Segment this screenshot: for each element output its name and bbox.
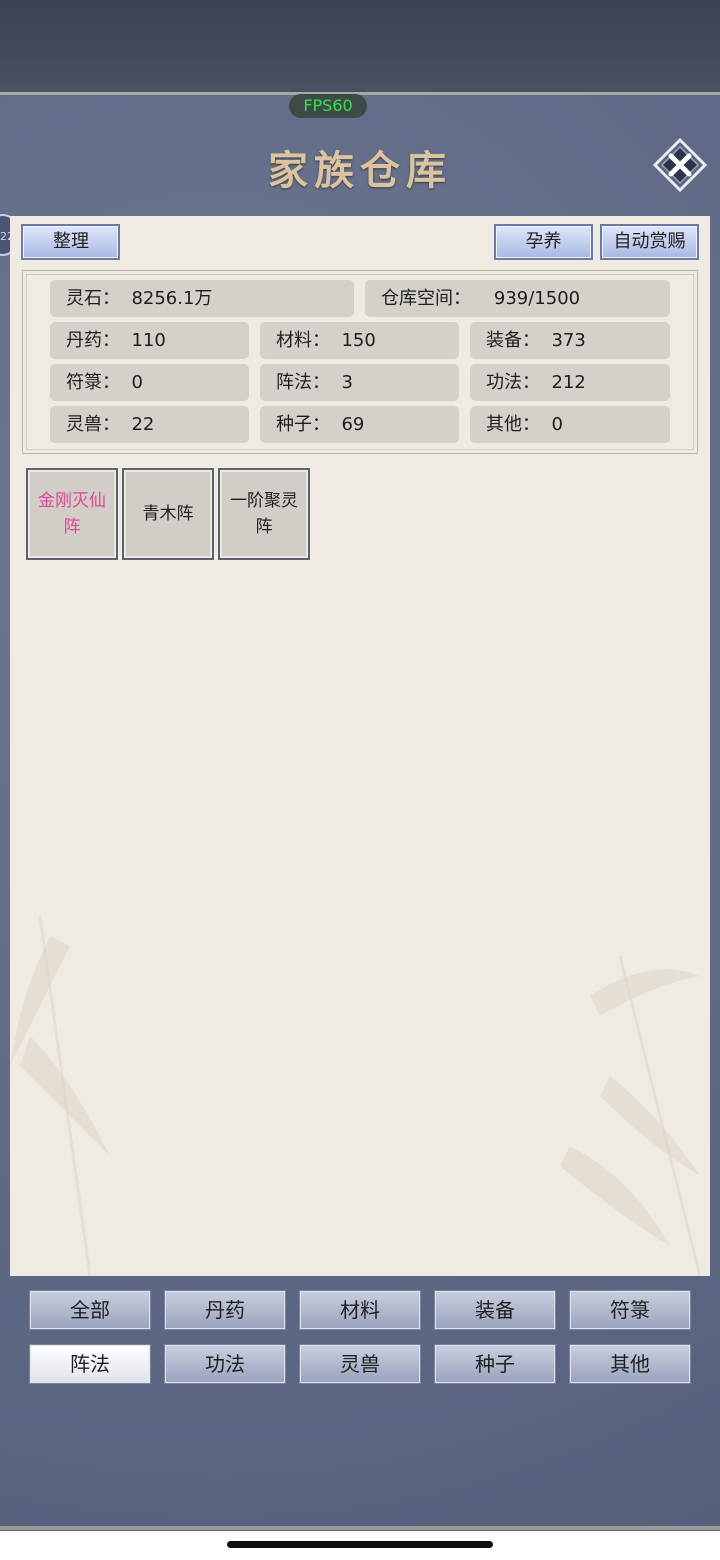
- equipment-stat: 装备： 373: [470, 322, 670, 359]
- materials-stat: 材料： 150: [260, 322, 459, 359]
- auto-reward-button[interactable]: 自动赏赐: [600, 224, 699, 260]
- bamboo-decoration: [10, 916, 702, 1276]
- tab-pills[interactable]: 丹药: [164, 1290, 286, 1330]
- tab-beasts[interactable]: 灵兽: [299, 1344, 421, 1384]
- techniques-stat: 功法： 212: [470, 364, 670, 401]
- fps-counter: FPS60: [289, 94, 367, 118]
- item-slot[interactable]: 金刚灭仙阵: [26, 468, 118, 560]
- close-icon: [652, 137, 708, 193]
- tab-formations[interactable]: 阵法: [29, 1344, 151, 1384]
- pills-stat: 丹药： 110: [50, 322, 249, 359]
- warehouse-sheet: 整理 孕养 自动赏赐 灵石： 8256.1万 仓库空间： 939/1500 丹药…: [10, 216, 710, 1276]
- spirit-stone-stat: 灵石： 8256.1万: [50, 280, 354, 317]
- capacity-stat: 仓库空间： 939/1500: [365, 280, 670, 317]
- panel-bottom-edge: [0, 1526, 720, 1530]
- beasts-stat: 灵兽： 22: [50, 406, 249, 443]
- formations-stat: 阵法： 3: [260, 364, 459, 401]
- page-title: 家族仓库: [268, 147, 452, 194]
- close-button[interactable]: [652, 137, 708, 193]
- tab-equipment[interactable]: 装备: [434, 1290, 556, 1330]
- home-indicator[interactable]: [227, 1541, 493, 1548]
- tab-talismans[interactable]: 符箓: [569, 1290, 691, 1330]
- sort-button[interactable]: 整理: [21, 224, 120, 260]
- top-status-area: [0, 0, 720, 92]
- item-slot[interactable]: 青木阵: [122, 468, 214, 560]
- incubate-button[interactable]: 孕养: [494, 224, 593, 260]
- tab-seeds[interactable]: 种子: [434, 1344, 556, 1384]
- tab-materials[interactable]: 材料: [299, 1290, 421, 1330]
- tab-others[interactable]: 其他: [569, 1344, 691, 1384]
- tab-techniques[interactable]: 功法: [164, 1344, 286, 1384]
- seeds-stat: 种子： 69: [260, 406, 459, 443]
- item-slot[interactable]: 一阶聚灵阵: [218, 468, 310, 560]
- others-stat: 其他： 0: [470, 406, 670, 443]
- tab-all[interactable]: 全部: [29, 1290, 151, 1330]
- talismans-stat: 符箓： 0: [50, 364, 249, 401]
